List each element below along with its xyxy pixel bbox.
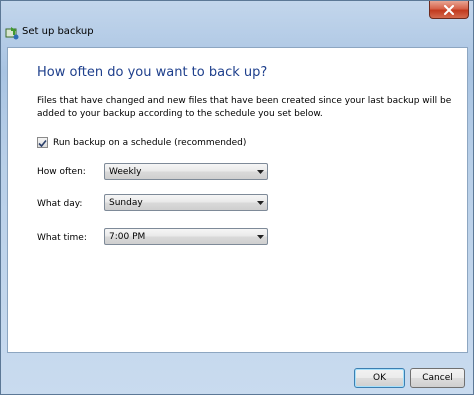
backup-icon — [5, 25, 19, 40]
how-often-value: Weekly — [109, 166, 142, 177]
schedule-checkbox-row[interactable]: Run backup on a schedule (recommended) — [37, 137, 246, 148]
chevron-down-icon — [253, 234, 267, 239]
ok-button[interactable]: OK — [354, 368, 405, 388]
what-day-select[interactable]: Sunday — [104, 194, 268, 211]
how-often-select[interactable]: Weekly — [104, 163, 268, 180]
how-often-label: How often: — [37, 167, 86, 177]
cancel-button[interactable]: Cancel — [410, 368, 465, 388]
window-title: Set up backup — [22, 26, 94, 37]
page-heading: How often do you want to back up? — [37, 65, 268, 80]
schedule-checkbox-label: Run backup on a schedule (recommended) — [53, 137, 247, 148]
dialog-footer: OK Cancel — [1, 353, 473, 395]
content-pane: How often do you want to back up? Files … — [7, 47, 468, 353]
what-time-value: 7:00 PM — [109, 231, 146, 242]
what-day-label: What day: — [37, 199, 83, 209]
what-time-select[interactable]: 7:00 PM — [104, 228, 268, 245]
chevron-down-icon — [253, 200, 267, 205]
close-button[interactable] — [429, 1, 469, 19]
checkmark-icon — [38, 133, 47, 152]
chevron-down-icon — [253, 169, 267, 174]
what-time-label: What time: — [37, 233, 87, 243]
schedule-checkbox[interactable] — [37, 137, 48, 148]
backup-window: Set up backup How often do you want to b… — [0, 0, 474, 395]
close-icon — [443, 0, 455, 19]
what-day-value: Sunday — [109, 197, 143, 208]
description-text: Files that have changed and new files th… — [37, 96, 452, 119]
title-bar[interactable]: Set up backup — [1, 1, 473, 47]
